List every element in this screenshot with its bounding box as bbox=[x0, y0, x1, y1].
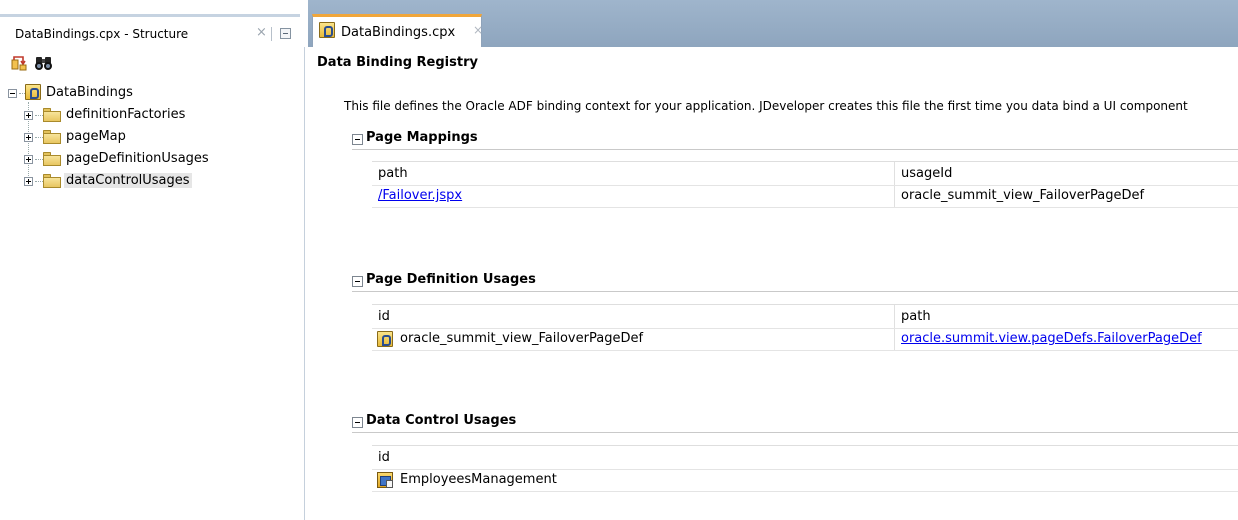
expand-icon[interactable] bbox=[24, 177, 33, 186]
page-path-link[interactable]: /Failover.jspx bbox=[372, 186, 894, 207]
page-definition-usages-table: id path oracle_summit_view_FailoverPageD… bbox=[372, 304, 1238, 352]
tree-item-label: pageMap bbox=[66, 129, 126, 144]
id-cell: EmployeesManagement bbox=[372, 470, 1238, 491]
column-header[interactable]: path bbox=[372, 162, 894, 185]
collapse-section-icon[interactable] bbox=[352, 417, 363, 428]
data-control-usages-table: id EmployeesManagement bbox=[372, 445, 1238, 493]
close-icon[interactable]: × bbox=[256, 25, 267, 40]
table-header: id path bbox=[372, 304, 1238, 329]
close-icon[interactable]: × bbox=[473, 23, 483, 37]
minimize-icon[interactable] bbox=[280, 28, 291, 39]
overview-editor: Data Binding Registry This file defines … bbox=[308, 47, 1238, 520]
editor-tab-title: DataBindings.cpx bbox=[341, 25, 456, 40]
collapse-section-icon[interactable] bbox=[352, 134, 363, 145]
collapse-section-icon[interactable] bbox=[352, 276, 363, 287]
find-binoculars-icon[interactable] bbox=[34, 54, 54, 72]
section-title: Page Mappings bbox=[366, 130, 478, 145]
expand-icon[interactable] bbox=[24, 155, 33, 164]
id-cell-text: oracle_summit_view_FailoverPageDef bbox=[400, 331, 644, 346]
tree-node-dataControlUsages[interactable]: dataControlUsages bbox=[8, 172, 298, 194]
data-control-icon bbox=[377, 472, 393, 488]
table-header: id bbox=[372, 445, 1238, 470]
tab-databindings-cpx[interactable]: DataBindings.cpx × bbox=[312, 14, 483, 47]
tree-node-pageMap[interactable]: pageMap bbox=[8, 128, 298, 150]
structure-pane: DataBindings.cpx - Structure × DataBindi… bbox=[0, 0, 305, 520]
section-data-control-usages: Data Control Usages bbox=[352, 413, 1238, 433]
folder-icon bbox=[43, 107, 61, 122]
column-header[interactable]: id bbox=[372, 305, 894, 328]
tree-node-pageDefinitionUsages[interactable]: pageDefinitionUsages bbox=[8, 150, 298, 172]
expand-icon[interactable] bbox=[24, 133, 33, 142]
tab-separator bbox=[271, 27, 272, 41]
usage-id-cell: oracle_summit_view_FailoverPageDef bbox=[894, 186, 1238, 207]
section-title: Data Control Usages bbox=[366, 413, 517, 428]
page-mappings-table: path usageId /Failover.jspx oracle_summi… bbox=[372, 161, 1238, 209]
tree-node-root[interactable]: DataBindings bbox=[8, 84, 298, 106]
section-page-mappings: Page Mappings bbox=[352, 130, 1238, 150]
table-row[interactable]: /Failover.jspx oracle_summit_view_Failov… bbox=[372, 186, 1238, 208]
page-def-path-link[interactable]: oracle.summit.view.pageDefs.FailoverPage… bbox=[894, 329, 1238, 350]
tree-item-label: definitionFactories bbox=[66, 107, 186, 122]
structure-tabbar: DataBindings.cpx - Structure × bbox=[0, 0, 305, 47]
table-row[interactable]: EmployeesManagement bbox=[372, 470, 1238, 492]
open-structure-icon[interactable] bbox=[10, 54, 30, 72]
id-cell-text: EmployeesManagement bbox=[400, 472, 557, 487]
folder-icon bbox=[43, 151, 61, 166]
column-header[interactable]: id bbox=[372, 446, 1238, 469]
column-header[interactable]: usageId bbox=[894, 162, 1238, 185]
page-title: Data Binding Registry bbox=[317, 55, 478, 70]
page-definition-icon bbox=[377, 331, 393, 347]
cpx-file-icon bbox=[319, 22, 335, 38]
tree-item-label-selected: dataControlUsages bbox=[64, 173, 192, 188]
folder-icon bbox=[43, 129, 61, 144]
cpx-file-icon bbox=[25, 84, 41, 100]
id-cell: oracle_summit_view_FailoverPageDef bbox=[372, 329, 894, 350]
tree-item-label: pageDefinitionUsages bbox=[66, 151, 209, 166]
table-row[interactable]: oracle_summit_view_FailoverPageDef oracl… bbox=[372, 329, 1238, 351]
editor-tabbar: DataBindings.cpx × bbox=[308, 0, 1238, 47]
structure-tab-title: DataBindings.cpx - Structure bbox=[15, 27, 189, 41]
description-text: This file defines the Oracle ADF binding… bbox=[344, 99, 1188, 113]
tree-node-definitionFactories[interactable]: definitionFactories bbox=[8, 106, 298, 128]
section-page-definition-usages: Page Definition Usages bbox=[352, 272, 1238, 292]
folder-icon bbox=[43, 173, 61, 188]
structure-tab[interactable]: DataBindings.cpx - Structure × bbox=[0, 14, 300, 47]
expand-icon[interactable] bbox=[24, 111, 33, 120]
tree-root-label: DataBindings bbox=[46, 85, 133, 100]
section-title: Page Definition Usages bbox=[366, 272, 536, 287]
column-header[interactable]: path bbox=[894, 305, 1238, 328]
table-header: path usageId bbox=[372, 161, 1238, 186]
collapse-icon[interactable] bbox=[8, 89, 17, 98]
